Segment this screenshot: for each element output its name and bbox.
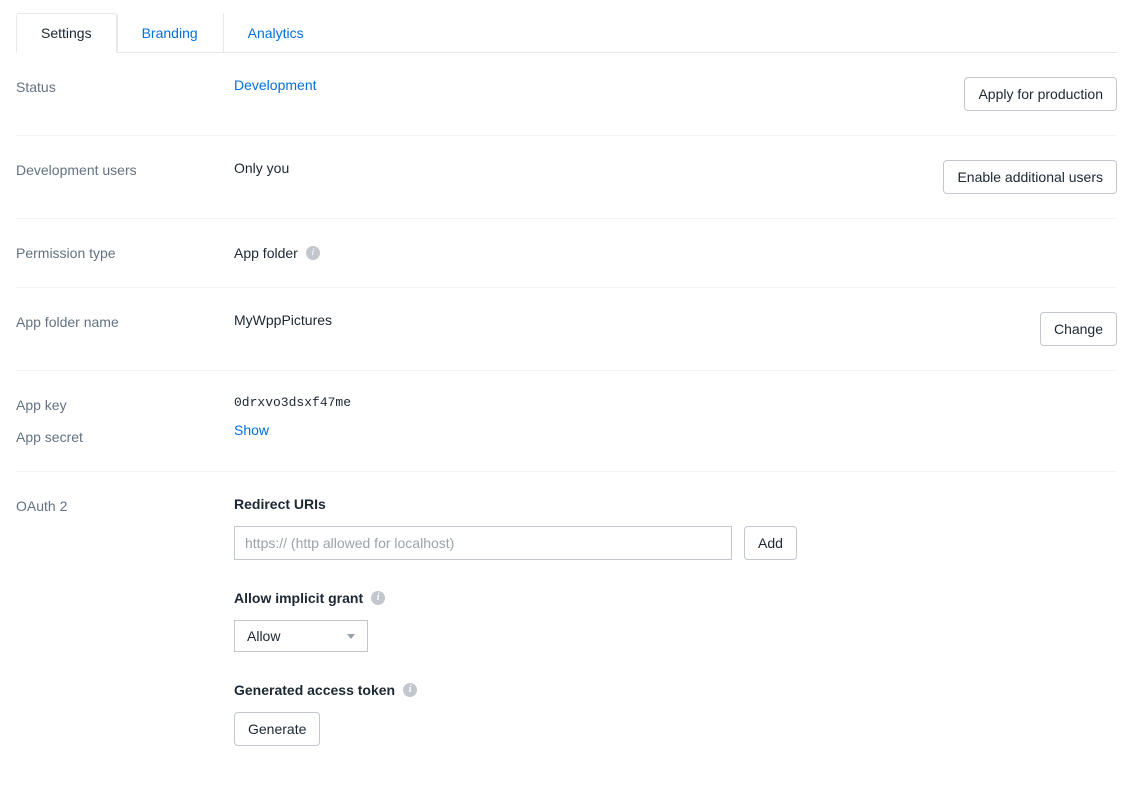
change-folder-button[interactable]: Change [1040,312,1117,346]
section-dev-users: Development users Only you Enable additi… [16,136,1117,219]
tabs: Settings Branding Analytics [16,12,1117,53]
section-oauth: OAuth 2 Redirect URIs Add Allow implicit… [16,472,1117,770]
generate-token-button[interactable]: Generate [234,712,320,746]
app-key-value: 0drxvo3dsxf47me [234,395,351,410]
show-secret-link[interactable]: Show [234,422,269,438]
info-icon[interactable]: i [403,683,417,697]
implicit-grant-text: Allow implicit grant [234,590,363,606]
apply-for-production-button[interactable]: Apply for production [964,77,1117,111]
info-icon[interactable]: i [306,246,320,260]
section-status: Status Development Apply for production [16,53,1117,136]
tab-settings[interactable]: Settings [16,13,117,53]
permission-label: Permission type [16,243,234,263]
oauth-label: OAuth 2 [16,496,234,516]
add-uri-button[interactable]: Add [744,526,797,560]
permission-value: App folder [234,245,298,261]
status-value[interactable]: Development [234,77,317,93]
access-token-heading: Generated access token i [234,682,1117,698]
app-key-label: App key [16,395,234,415]
folder-label: App folder name [16,312,234,332]
folder-value: MyWppPictures [234,312,332,328]
section-app-credentials: App key App secret 0drxvo3dsxf47me Show [16,371,1117,472]
enable-users-button[interactable]: Enable additional users [943,160,1117,194]
access-token-text: Generated access token [234,682,395,698]
dev-users-label: Development users [16,160,234,180]
section-folder: App folder name MyWppPictures Change [16,288,1117,371]
implicit-grant-select[interactable]: Allow [234,620,368,652]
redirect-uri-input[interactable] [234,526,732,560]
tab-analytics[interactable]: Analytics [223,13,329,53]
redirect-uris-heading: Redirect URIs [234,496,1117,512]
app-secret-label: App secret [16,427,234,447]
info-icon[interactable]: i [371,591,385,605]
dev-users-value: Only you [234,160,289,176]
section-permission: Permission type App folder i [16,219,1117,288]
implicit-grant-value: Allow [247,628,280,644]
chevron-down-icon [347,634,355,639]
tab-branding[interactable]: Branding [117,13,223,53]
status-label: Status [16,77,234,97]
implicit-grant-heading: Allow implicit grant i [234,590,1117,606]
